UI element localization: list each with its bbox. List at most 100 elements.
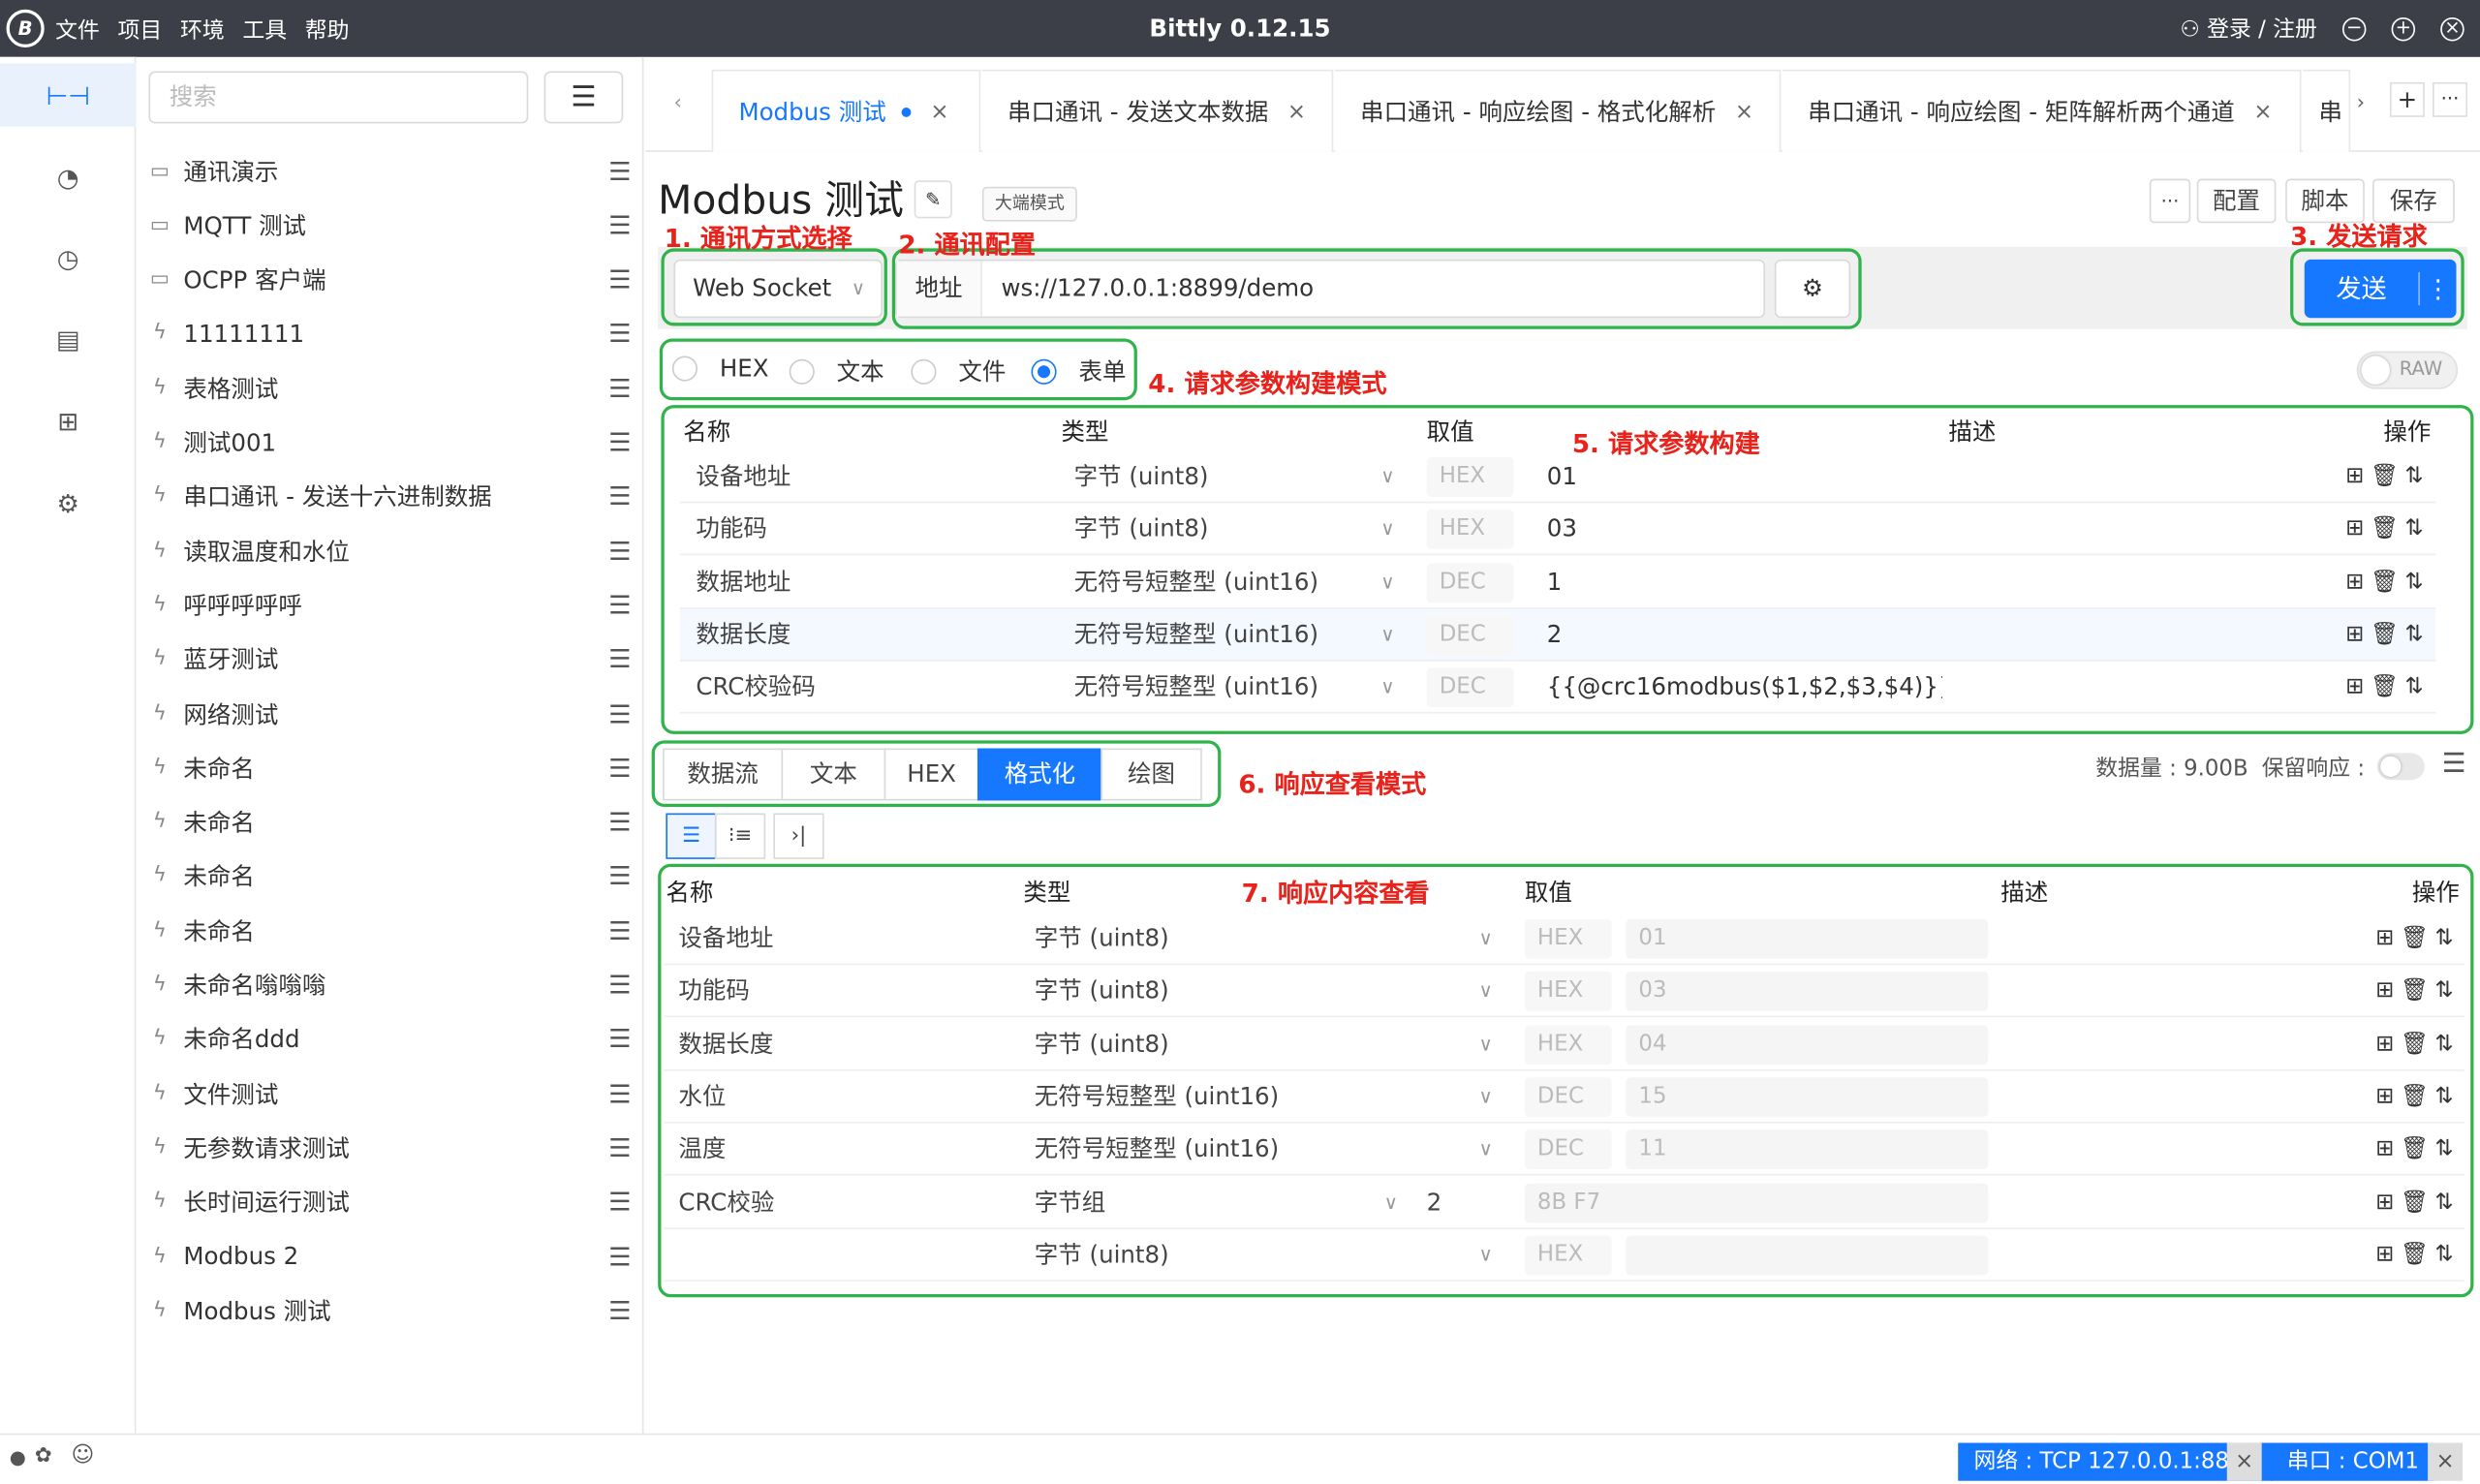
project-list-item[interactable]: ϟ Modbus 2 ☰ (136, 1229, 643, 1283)
project-list-item[interactable]: ϟ 未命名ddd ☰ (136, 1012, 643, 1067)
tab-more-icon[interactable]: ··· (2433, 81, 2467, 117)
item-menu-icon[interactable]: ☰ (597, 807, 644, 837)
project-item-label: 测试001 (183, 428, 277, 458)
project-item-label: 未命名 (183, 808, 255, 838)
login-link[interactable]: ⚇ 登录 / 注册 (2180, 13, 2316, 45)
tab-serial-plot-format[interactable]: 串口通讯 - 响应绘图 - 格式化解析 × (1334, 69, 1782, 152)
project-item-label: 表格测试 (183, 374, 279, 403)
login-label: 登录 / 注册 (2207, 16, 2317, 44)
nav-docs-icon[interactable]: ▤ (0, 307, 136, 370)
item-menu-icon[interactable]: ☰ (597, 1241, 644, 1271)
endian-badge[interactable]: 大端模式 (981, 186, 1077, 222)
wechat-icon[interactable]: ✿ (35, 1444, 52, 1468)
nav-dashboard-icon[interactable]: ◔ (0, 145, 136, 208)
tab-close-icon[interactable]: × (1735, 99, 1753, 124)
raw-toggle[interactable]: RAW (2356, 351, 2459, 389)
project-list-item[interactable]: ϟ 未命名 ☰ (136, 904, 643, 958)
nav-settings-gear-icon[interactable]: ⚙ (0, 472, 136, 535)
item-menu-icon[interactable]: ☰ (597, 264, 644, 294)
project-list-item[interactable]: ϟ 未命名 ☰ (136, 795, 643, 850)
item-menu-icon[interactable]: ☰ (597, 1295, 644, 1325)
list-menu-button[interactable]: ☰ (543, 71, 624, 124)
item-menu-icon[interactable]: ☰ (597, 590, 644, 620)
network-status-badge[interactable]: 网络 : TCP 127.0.0.1:8899 (1958, 1442, 2274, 1481)
item-menu-icon[interactable]: ☰ (597, 536, 644, 566)
project-list-item[interactable]: ϟ 11111111 ☰ (136, 307, 643, 361)
new-tab-icon[interactable]: + (2389, 81, 2425, 117)
more-button[interactable]: ··· (2149, 178, 2191, 224)
bolt-icon: ϟ (152, 810, 167, 834)
item-menu-icon[interactable]: ☰ (597, 319, 644, 349)
item-menu-icon[interactable]: ☰ (597, 915, 644, 945)
serial-close-icon[interactable]: × (2428, 1442, 2464, 1481)
tab-close-icon[interactable]: × (1287, 99, 1306, 124)
edit-icon[interactable]: ✎ (914, 180, 952, 219)
bolt-icon: ϟ (152, 864, 167, 888)
tab-serial-plot-matrix[interactable]: 串口通讯 - 响应绘图 - 矩阵解析两个通道 × (1782, 69, 2302, 152)
tab-close-icon[interactable]: × (930, 99, 948, 124)
tab-label: 串口通讯 - 发送文本数据 (1007, 98, 1269, 127)
item-menu-icon[interactable]: ☰ (597, 1078, 644, 1108)
network-close-icon[interactable]: × (2226, 1442, 2262, 1481)
item-menu-icon[interactable]: ☰ (597, 481, 644, 511)
item-menu-icon[interactable]: ☰ (597, 427, 644, 457)
project-list-item[interactable]: ▭ MQTT 测试 ☰ (136, 199, 643, 253)
project-list-item[interactable]: ϟ 未命名嗡嗡嗡 ☰ (136, 958, 643, 1012)
project-list-item[interactable]: ϟ 呼呼呼呼呼 ☰ (136, 578, 643, 633)
annotation-4: 4. 请求参数构建模式 (1148, 368, 1387, 399)
item-menu-icon[interactable]: ☰ (597, 1024, 644, 1054)
bolt-icon: ϟ (152, 918, 167, 943)
project-list-item[interactable]: ϟ 测试001 ☰ (136, 416, 643, 470)
tab-serial-text[interactable]: 串口通讯 - 发送文本数据 × (981, 69, 1334, 152)
chat-icon[interactable]: ☺ (71, 1443, 94, 1469)
item-menu-icon[interactable]: ☰ (597, 1132, 644, 1162)
qq-icon[interactable]: ● (10, 1446, 26, 1469)
project-list-item[interactable]: ϟ 无参数请求测试 ☰ (136, 1121, 643, 1175)
project-list-item[interactable]: ϟ 长时间运行测试 ☰ (136, 1175, 643, 1229)
maximize-icon[interactable]: + (2391, 16, 2416, 41)
close-icon[interactable]: × (2440, 16, 2464, 41)
item-menu-icon[interactable]: ☰ (597, 644, 644, 674)
tab-prev-icon[interactable]: ‹ (674, 92, 682, 115)
nav-projects-icon[interactable]: ⊢⊣ (0, 63, 137, 127)
project-list-item[interactable]: ϟ 表格测试 ☰ (136, 361, 643, 416)
item-menu-icon[interactable]: ☰ (597, 373, 644, 403)
search-input[interactable]: 搜索 (148, 71, 529, 124)
project-list-item[interactable]: ϟ 蓝牙测试 ☰ (136, 633, 643, 687)
item-menu-icon[interactable]: ☰ (597, 698, 644, 728)
response-menu-icon[interactable]: ☰ (2442, 749, 2466, 781)
item-menu-icon[interactable]: ☰ (597, 156, 644, 186)
nav-network-icon[interactable]: ⊞ (0, 389, 136, 452)
config-button[interactable]: 配置 (2196, 178, 2277, 224)
align-left-icon[interactable]: ☰ (666, 813, 717, 859)
tab-modbus[interactable]: Modbus 测试 × (711, 69, 981, 152)
project-list-item[interactable]: ϟ Modbus 测试 ☰ (136, 1283, 643, 1338)
project-list-item[interactable]: ▭ 通讯演示 ☰ (136, 144, 643, 199)
annotation-box-4 (659, 338, 1137, 401)
project-list-item[interactable]: ϟ 读取温度和水位 ☰ (136, 524, 643, 578)
nav-history-icon[interactable]: ◷ (0, 227, 136, 290)
bolt-icon: ϟ (152, 1244, 167, 1269)
bolt-icon: ϟ (152, 539, 167, 563)
list-view-icon[interactable]: ⁝≡ (714, 813, 766, 859)
tab-overflow[interactable]: 串 (2303, 69, 2351, 152)
project-list-item[interactable]: ϟ 网络测试 ☰ (136, 687, 643, 741)
item-menu-icon[interactable]: ☰ (597, 210, 644, 240)
skip-end-icon[interactable]: ›| (773, 813, 824, 859)
raw-label: RAW (2399, 357, 2443, 380)
project-list-item[interactable]: ϟ 未命名 ☰ (136, 850, 643, 904)
minimize-icon[interactable]: − (2341, 16, 2367, 41)
serial-status-badge[interactable]: 串口 : COM1 (2271, 1442, 2435, 1481)
item-menu-icon[interactable]: ☰ (597, 1187, 644, 1217)
item-menu-icon[interactable]: ☰ (597, 970, 644, 1000)
item-menu-icon[interactable]: ☰ (597, 753, 644, 783)
keep-response-toggle[interactable] (2376, 753, 2425, 781)
bolt-icon: ϟ (152, 1135, 167, 1160)
item-menu-icon[interactable]: ☰ (597, 861, 644, 891)
project-list-item[interactable]: ϟ 文件测试 ☰ (136, 1067, 643, 1121)
project-list-item[interactable]: ϟ 串口通讯 - 发送十六进制数据 ☰ (136, 470, 643, 524)
project-list-item[interactable]: ▭ OCPP 客户端 ☰ (136, 253, 643, 307)
tab-close-icon[interactable]: × (2253, 99, 2272, 124)
project-list-item[interactable]: ϟ 未命名 ☰ (136, 741, 643, 795)
tab-next-icon[interactable]: › (2357, 92, 2365, 115)
